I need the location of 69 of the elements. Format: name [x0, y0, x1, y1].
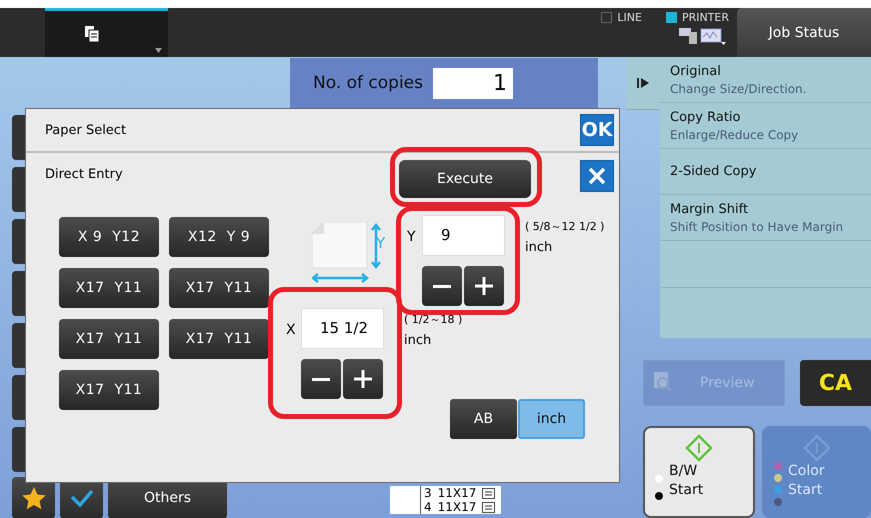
- copy-icon: [84, 25, 100, 43]
- unit-label: inch: [525, 240, 554, 255]
- plus-icon: [475, 277, 493, 295]
- unit-toggle[interactable]: inch: [518, 399, 585, 439]
- field-label: X: [286, 322, 297, 338]
- execute-button[interactable]: Execute: [399, 160, 531, 198]
- expand-arrow-icon: [637, 77, 649, 89]
- star-icon: [22, 486, 46, 510]
- preset-size-button[interactable]: X17 Y11: [59, 268, 159, 308]
- increment-button[interactable]: [464, 266, 504, 306]
- function-title: Original: [670, 64, 722, 78]
- field-label: Y: [407, 229, 417, 245]
- function-title: Copy Ratio: [670, 110, 742, 124]
- start-label: B/W: [669, 462, 698, 481]
- clear-all-button[interactable]: CA: [800, 360, 871, 406]
- start-diamond-icon: [802, 434, 830, 462]
- function-item[interactable]: Margin Shift Shift Position to Have Margin: [660, 195, 871, 241]
- indicator-label: LINE: [617, 11, 642, 24]
- tray-number: 3: [424, 486, 432, 500]
- start-label: Start: [669, 481, 704, 500]
- copies-label: No. of copies: [313, 73, 423, 93]
- unit-toggle[interactable]: AB: [450, 399, 517, 439]
- diagram-axis-label: Y: [376, 234, 386, 252]
- minus-icon: [433, 284, 451, 288]
- function-item[interactable]: Original Change Size/Direction.: [660, 57, 871, 103]
- start-button[interactable]: B/W Start: [643, 426, 755, 518]
- preset-size-button[interactable]: X17 Y11: [169, 268, 269, 308]
- preset-size-button[interactable]: X12 Y 9: [169, 217, 269, 257]
- function-subtitle: Shift Position to Have Margin: [670, 220, 844, 234]
- function-subtitle: Enlarge/Reduce Copy: [670, 128, 800, 142]
- favorites-button[interactable]: [12, 477, 55, 518]
- copies-field[interactable]: 1: [433, 68, 513, 98]
- indicator-label: PRINTER: [682, 11, 729, 24]
- function-title: Margin Shift: [670, 202, 750, 216]
- dialog-title: Paper Select: [45, 122, 126, 138]
- computer-monitor-icon: [677, 26, 727, 46]
- minus-icon: [312, 378, 330, 380]
- function-item[interactable]: 2-Sided Copy: [660, 149, 871, 195]
- job-status-button[interactable]: Job Status: [737, 8, 871, 57]
- preset-size-button[interactable]: X17 Y11: [59, 319, 159, 359]
- plus-icon: [354, 370, 372, 388]
- decrement-button[interactable]: [422, 266, 462, 306]
- ok-button[interactable]: OK: [580, 114, 614, 146]
- close-button[interactable]: [580, 160, 614, 192]
- check-icon: [70, 489, 94, 507]
- start-diamond-icon: [685, 434, 713, 462]
- decrement-button[interactable]: [301, 359, 341, 399]
- copy-mode-tab[interactable]: [45, 8, 168, 57]
- preset-size-button[interactable]: X 9 Y12: [59, 217, 159, 257]
- start-label: Color: [788, 462, 825, 481]
- preset-size-button[interactable]: X17 Y11: [59, 370, 159, 410]
- tray-paper-size: 11X17: [438, 486, 476, 500]
- function-subtitle: Change Size/Direction.: [670, 82, 808, 96]
- unit-label: inch: [404, 333, 432, 348]
- expand-tab[interactable]: [626, 57, 660, 110]
- close-icon: [588, 167, 606, 185]
- function-title: 2-Sided Copy: [670, 164, 758, 179]
- size-input-field[interactable]: 15 1/2: [301, 308, 384, 349]
- range-hint: ( 5/8～12 1/2 ): [525, 219, 604, 234]
- function-item[interactable]: Copy Ratio Enlarge/Reduce Copy: [660, 103, 871, 149]
- section-title: Direct Entry: [45, 167, 124, 182]
- size-input-field[interactable]: 9: [422, 215, 505, 256]
- increment-button[interactable]: [343, 359, 383, 399]
- dropdown-icon: [155, 48, 162, 53]
- range-hint: ( 1/2～18 ): [404, 312, 462, 327]
- preset-size-button[interactable]: X17 Y11: [169, 319, 269, 359]
- start-label: Start: [788, 481, 822, 500]
- tray-number: 4: [424, 500, 432, 514]
- tray-paper-size: 11X17: [438, 500, 476, 514]
